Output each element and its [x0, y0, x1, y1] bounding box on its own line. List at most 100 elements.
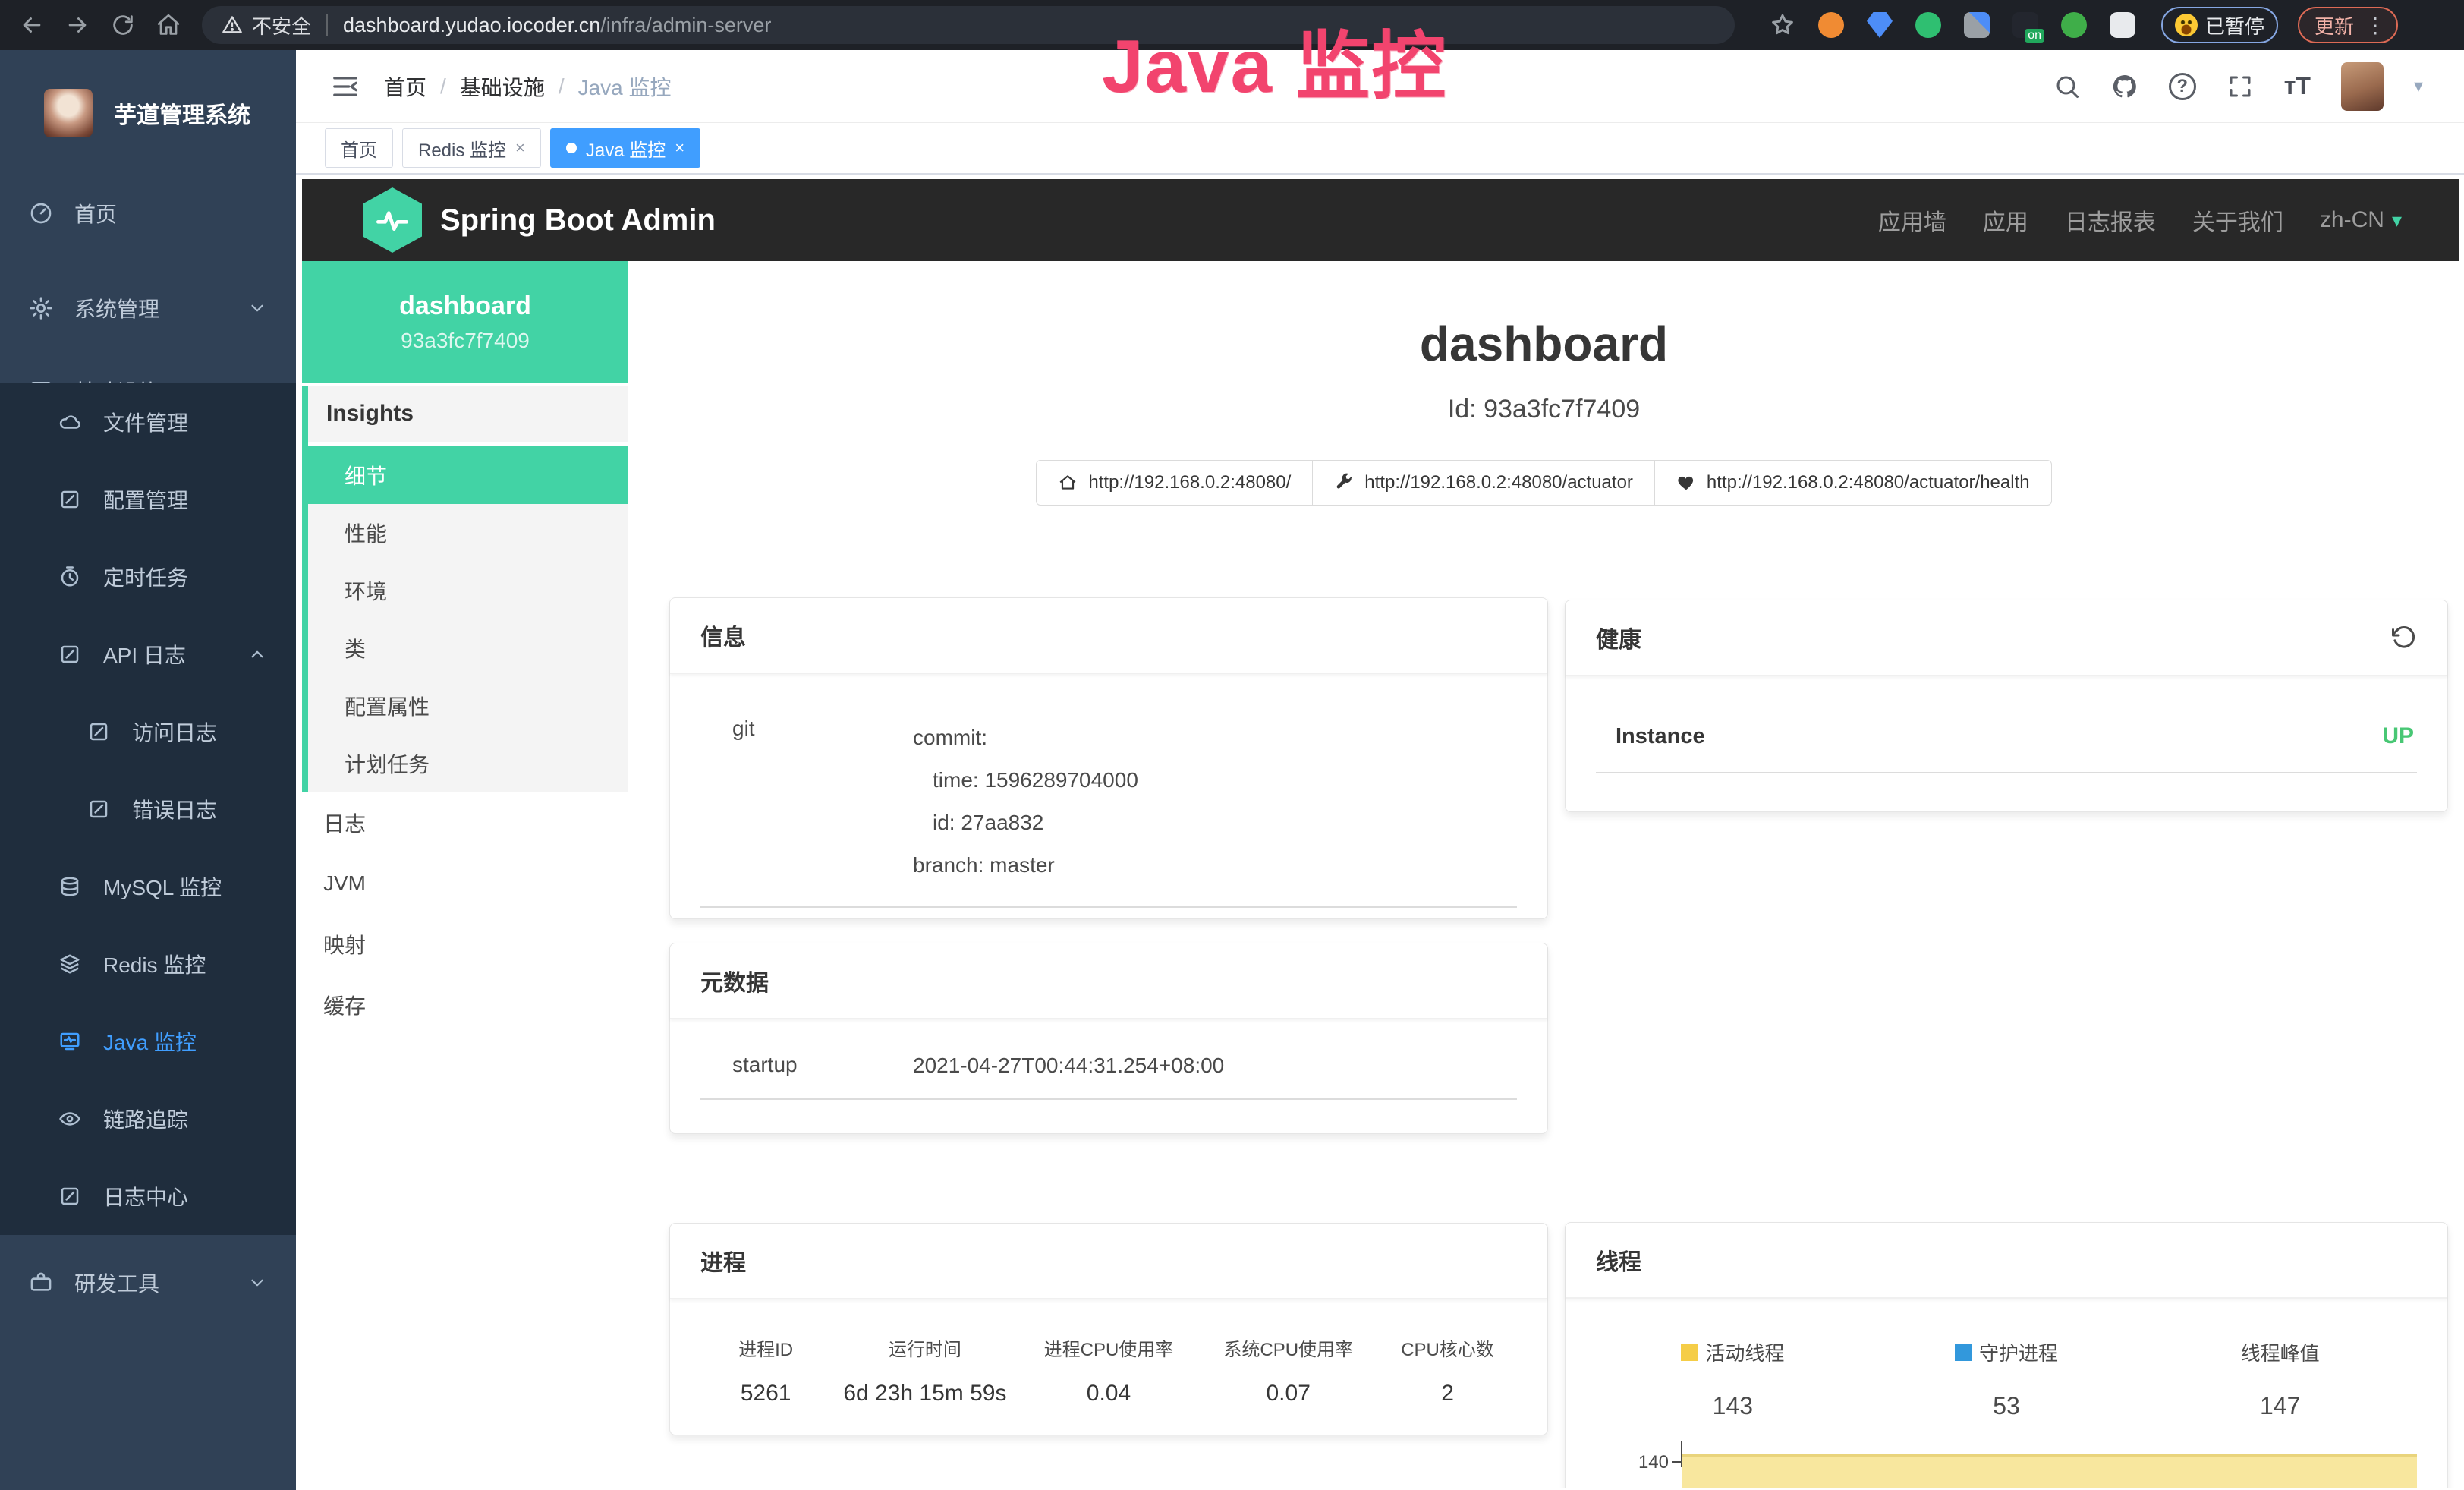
instance-item-jvm[interactable]: JVM: [302, 853, 628, 914]
extension-icon-leaf[interactable]: [2061, 12, 2087, 38]
url-path: /infra/admin-server: [600, 14, 771, 37]
search-icon[interactable]: [2053, 73, 2081, 100]
sba-brand[interactable]: Spring Boot Admin: [363, 187, 716, 253]
chrome-update-button[interactable]: 更新 ⋮: [2298, 7, 2398, 43]
browser-reload-icon[interactable]: [109, 11, 137, 39]
update-label: 更新: [2315, 11, 2354, 39]
sidebar-item-error-log[interactable]: 错误日志: [0, 770, 296, 848]
sba-title: Spring Boot Admin: [440, 203, 716, 238]
startup-row: startup 2021-04-27T00:44:31.254+08:00: [700, 1053, 1517, 1100]
sidebar-item-home[interactable]: 首页: [0, 175, 296, 251]
tab-java-monitor[interactable]: Java 监控 ×: [550, 128, 700, 168]
sidebar-item-mysql[interactable]: MySQL 监控: [0, 848, 296, 925]
sba-nav-language[interactable]: zh-CN ▾: [2320, 207, 2402, 233]
help-icon[interactable]: ?: [2169, 73, 2196, 100]
startup-value: 2021-04-27T00:44:31.254+08:00: [913, 1053, 1224, 1079]
extension-puzzle-icon[interactable]: [2110, 12, 2135, 38]
wrench-icon: [1334, 473, 1354, 493]
sidebar-item-redis[interactable]: Redis 监控: [0, 925, 296, 1003]
bookmark-star-icon[interactable]: [1770, 12, 1795, 38]
extension-icon-pin[interactable]: [1867, 12, 1893, 38]
instance-item-caches[interactable]: 缓存: [302, 975, 628, 1035]
profile-paused-chip[interactable]: 已暂停: [2161, 7, 2278, 43]
extension-icon-green-y[interactable]: [1915, 12, 1941, 38]
sidebar-item-tracing[interactable]: 链路追踪: [0, 1080, 296, 1158]
git-value: commit: time: 1596289704000 id: 27aa832 …: [913, 717, 1138, 887]
main-area: 首页 / 基础设施 / Java 监控 ? тT ▾ 首页 Redis 监控 ×…: [296, 50, 2464, 1490]
instance-title: dashboard: [628, 316, 2459, 372]
infra-submenu: 文件管理 配置管理 定时任务 API 日志 访问日志 错误日志 MySQL 监控: [0, 383, 296, 1235]
sidebar-item-devtools[interactable]: 研发工具: [0, 1245, 296, 1321]
instance-name: dashboard: [399, 291, 531, 321]
sidebar-item-files[interactable]: 文件管理: [0, 383, 296, 461]
log-edit-icon: [56, 643, 83, 666]
insight-item-scheduled-tasks[interactable]: 计划任务: [308, 735, 628, 792]
fullscreen-icon[interactable]: [2226, 73, 2254, 100]
history-icon[interactable]: [2390, 624, 2417, 651]
instance-actuator-link[interactable]: http://192.168.0.2:48080/actuator: [1312, 460, 1655, 506]
health-card: 健康 Instance UP: [1565, 600, 2448, 812]
url-domain: dashboard.yudao.iocoder.cn: [343, 14, 600, 37]
legend-swatch-blue: [1955, 1344, 1972, 1361]
instance-content: dashboard Id: 93a3fc7f7409 http://192.16…: [628, 261, 2459, 1488]
address-bar[interactable]: 不安全 dashboard.yudao.iocoder.cn /infra/ad…: [202, 6, 1735, 44]
security-label[interactable]: 不安全: [252, 11, 311, 39]
insight-item-config-props[interactable]: 配置属性: [308, 677, 628, 735]
instance-header[interactable]: dashboard 93a3fc7f7409: [302, 261, 628, 383]
extension-icon-grid[interactable]: [1964, 12, 1990, 38]
github-icon[interactable]: [2111, 73, 2138, 100]
breadcrumb-home[interactable]: 首页: [384, 71, 426, 102]
close-icon[interactable]: ×: [515, 138, 525, 158]
insight-item-metrics[interactable]: 性能: [308, 504, 628, 562]
instance-home-link[interactable]: http://192.168.0.2:48080/: [1036, 460, 1313, 506]
instance-health-link[interactable]: http://192.168.0.2:48080/actuator/health: [1654, 460, 2052, 506]
layers-icon: [56, 953, 83, 975]
extension-icon-orange[interactable]: [1818, 12, 1844, 38]
hamburger-icon[interactable]: [331, 72, 360, 101]
insight-item-details[interactable]: 细节: [308, 446, 628, 504]
font-size-icon[interactable]: тT: [2284, 72, 2311, 100]
y-tick-140: 140: [1596, 1452, 1669, 1473]
instance-links: http://192.168.0.2:48080/ http://192.168…: [628, 460, 2459, 506]
sidebar-item-config[interactable]: 配置管理: [0, 461, 296, 538]
browser-home-icon[interactable]: [155, 11, 182, 39]
sidebar-item-java-monitor[interactable]: Java 监控: [0, 1003, 296, 1080]
sba-nav-applications[interactable]: 应用: [1983, 203, 2028, 237]
legend-peak-threads: 线程峰值: [2143, 1338, 2417, 1366]
instance-id-line: Id: 93a3fc7f7409: [628, 395, 2459, 424]
instance-item-mappings[interactable]: 映射: [302, 914, 628, 975]
breadcrumb-infra[interactable]: 基础设施: [460, 71, 545, 102]
insight-item-classes[interactable]: 类: [308, 619, 628, 677]
user-avatar[interactable]: [2341, 62, 2384, 111]
edit-icon: [56, 488, 83, 511]
legend-live-threads: 活动线程: [1596, 1338, 1870, 1366]
tab-home[interactable]: 首页: [325, 128, 393, 168]
on-badge: on: [2025, 29, 2044, 43]
insight-item-environment[interactable]: 环境: [308, 562, 628, 619]
sidebar-item-access-log[interactable]: 访问日志: [0, 693, 296, 770]
browser-back-icon[interactable]: [18, 11, 46, 39]
extension-icon-dark-on[interactable]: on: [2012, 12, 2038, 38]
browser-forward-icon[interactable]: [64, 11, 91, 39]
tab-redis-monitor[interactable]: Redis 监控 ×: [402, 128, 541, 168]
sidebar-item-api-log[interactable]: API 日志: [0, 616, 296, 693]
instance-item-logs[interactable]: 日志: [302, 792, 628, 853]
avatar-caret-icon[interactable]: ▾: [2414, 75, 2423, 97]
sba-nav-wallboard[interactable]: 应用墙: [1878, 203, 1946, 237]
doc-edit-icon: [56, 1185, 83, 1208]
sidebar-item-system[interactable]: 系统管理: [0, 270, 296, 346]
doc-edit-icon: [85, 798, 112, 821]
process-table: 进程ID 运行时间 进程CPU使用率 系统CPU使用率 CPU核心数 5261: [700, 1334, 1517, 1407]
sba-nav-about[interactable]: 关于我们: [2192, 203, 2283, 237]
eye-icon: [56, 1107, 83, 1130]
close-icon[interactable]: ×: [675, 138, 684, 158]
browser-menu-icon[interactable]: ⋮: [2365, 13, 2386, 38]
header-actions: ? тT ▾: [2053, 62, 2464, 111]
dashboard-icon: [27, 201, 55, 225]
chevron-down-icon: [247, 1273, 267, 1293]
app-logo-row[interactable]: 芋道管理系统: [0, 50, 296, 176]
peak-threads-value: 147: [2143, 1392, 2417, 1420]
sba-nav-journal[interactable]: 日志报表: [2065, 203, 2156, 237]
sidebar-item-log-center[interactable]: 日志中心: [0, 1158, 296, 1235]
sidebar-item-jobs[interactable]: 定时任务: [0, 538, 296, 616]
